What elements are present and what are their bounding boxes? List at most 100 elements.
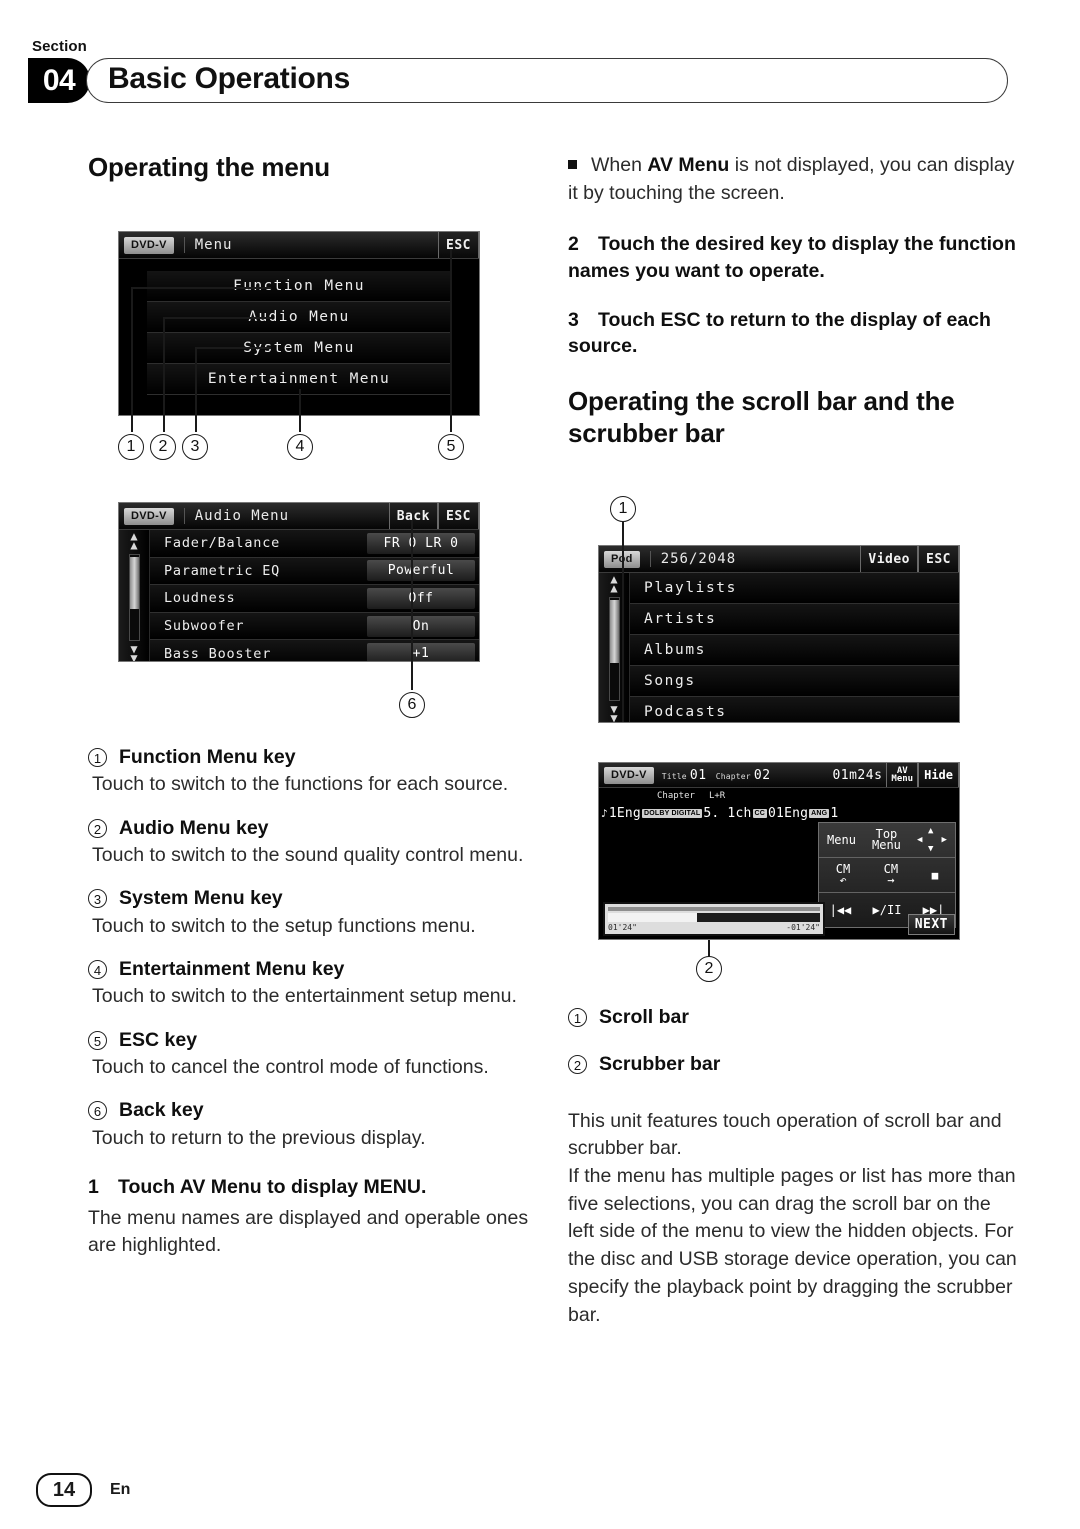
row-value[interactable]: On bbox=[367, 615, 475, 637]
circled-number-1: 1 bbox=[568, 1008, 587, 1027]
chevron-down-icon-2[interactable]: ▼ bbox=[130, 652, 137, 661]
row-value[interactable]: FR 0 LR 0 bbox=[367, 532, 475, 554]
chapter-mode-label: Chapter bbox=[657, 790, 695, 801]
bullet-square-icon bbox=[568, 160, 577, 169]
list-item[interactable]: Playlists bbox=[630, 573, 959, 604]
playback-position: Title 01 Chapter 02 bbox=[662, 768, 771, 783]
row-value[interactable]: Powerful bbox=[367, 560, 475, 582]
bullet-text-bold: AV Menu bbox=[647, 154, 730, 176]
callout-line-1-h bbox=[131, 287, 271, 289]
table-row[interactable]: Loudness Off bbox=[150, 585, 479, 613]
scroll-track[interactable] bbox=[128, 554, 140, 641]
note-bullet: When AV Menu is not displayed, you can d… bbox=[568, 152, 1016, 207]
table-row[interactable]: Fader/Balance FR 0 LR 0 bbox=[150, 530, 479, 558]
previous-track-icon[interactable]: |◀◀ bbox=[830, 904, 852, 916]
key-description: Touch to cancel the control mode of func… bbox=[92, 1055, 489, 1078]
next-key[interactable]: NEXT bbox=[907, 914, 955, 935]
channel-mode-label: L+R bbox=[708, 790, 726, 801]
list-item[interactable]: Artists bbox=[630, 604, 959, 635]
scroll-bar[interactable]: ▲ ▲ ▼ ▼ bbox=[119, 530, 150, 661]
audio-menu-body: ▲ ▲ ▼ ▼ Fader/Balance FR 0 LR 0 Parametr… bbox=[119, 530, 479, 662]
circled-number-4: 4 bbox=[88, 959, 107, 979]
callout-number-3: 3 bbox=[182, 434, 208, 460]
row-value[interactable]: +1 bbox=[367, 643, 475, 661]
menu-item-system[interactable]: System Menu bbox=[147, 333, 451, 364]
lcd-title-bar-ipod: Pod 256/2048 Video ESC bbox=[599, 546, 959, 573]
cm-back-key[interactable]: CM ↶ bbox=[836, 863, 850, 886]
playback-subbar: Chapter L+R bbox=[599, 788, 959, 803]
scroll-track[interactable] bbox=[608, 597, 620, 701]
source-tab-dvdv[interactable]: DVD-V bbox=[124, 236, 174, 254]
callout-number-6: 6 bbox=[399, 692, 425, 718]
source-tab-dvdv[interactable]: DVD-V bbox=[124, 507, 174, 525]
hide-key[interactable]: Hide bbox=[918, 763, 959, 787]
callout-number-scroll: 1 bbox=[610, 496, 636, 522]
table-row[interactable]: Parametric EQ Powerful bbox=[150, 557, 479, 586]
circled-number-2: 2 bbox=[568, 1055, 587, 1075]
paragraph-scroll-detail: If the menu has multiple pages or list h… bbox=[568, 1165, 1017, 1326]
dpad-left-icon[interactable]: ◀ bbox=[917, 835, 922, 845]
esc-key[interactable]: ESC bbox=[918, 546, 959, 572]
scrubber-track[interactable] bbox=[608, 913, 820, 922]
top-menu-line2: Menu bbox=[872, 838, 901, 852]
menu-list: Function Menu Audio Menu System Menu Ent… bbox=[119, 259, 479, 395]
top-menu-key[interactable]: Top Menu bbox=[872, 828, 901, 852]
menu-key[interactable]: Menu bbox=[827, 834, 856, 846]
scroll-thumb[interactable] bbox=[129, 556, 139, 610]
esc-key[interactable]: ESC bbox=[438, 232, 479, 258]
circled-number-3: 3 bbox=[88, 889, 107, 909]
table-row[interactable]: Subwoofer On bbox=[150, 612, 479, 641]
callout-number-4: 4 bbox=[287, 434, 313, 460]
dpad-right-icon[interactable]: ▶ bbox=[942, 835, 947, 845]
scroll-thumb[interactable] bbox=[609, 600, 619, 664]
scroll-bar[interactable]: ▲ ▲ ▼ ▼ bbox=[599, 573, 630, 722]
figure-ipod-list-screen: Pod 256/2048 Video ESC ▲ ▲ ▼ ▼ Playlists… bbox=[598, 545, 960, 723]
stop-icon[interactable]: ■ bbox=[932, 870, 939, 881]
esc-key[interactable]: ESC bbox=[438, 503, 479, 529]
paragraph-scroll-intro: This unit features touch operation of sc… bbox=[568, 1109, 1002, 1160]
row-value[interactable]: Off bbox=[367, 587, 475, 609]
step-2-number: 2 bbox=[568, 233, 579, 256]
list-item[interactable]: Podcasts bbox=[630, 697, 959, 722]
list-item[interactable]: Albums bbox=[630, 635, 959, 666]
key-description: Touch to switch to the entertainment set… bbox=[92, 985, 517, 1008]
table-row[interactable]: Bass Booster +1 bbox=[150, 640, 479, 662]
dolby-digital-icon: DOLBY DIGITAL bbox=[641, 808, 703, 818]
dpad-down-icon[interactable]: ▼ bbox=[928, 844, 933, 854]
callout-number-2: 2 bbox=[150, 434, 176, 460]
chapter-label: Chapter bbox=[715, 771, 751, 781]
section-number-badge: 04 bbox=[28, 58, 90, 103]
key-title: Audio Menu key bbox=[119, 816, 269, 839]
scrubber-bar[interactable]: 01'24" -01'24" bbox=[603, 902, 825, 936]
video-key[interactable]: Video bbox=[860, 546, 919, 572]
chevron-down-icon-2[interactable]: ▼ bbox=[610, 712, 617, 722]
row-label: Bass Booster bbox=[164, 645, 272, 662]
list-item-label: Albums bbox=[644, 642, 706, 658]
title-bar-keys: ESC bbox=[438, 232, 479, 258]
step-3: 3 Touch ESC to return to the display of e… bbox=[568, 307, 1016, 360]
section-heading-operating-menu: Operating the menu bbox=[88, 152, 330, 182]
play-pause-icon[interactable]: ▶/II bbox=[873, 904, 902, 916]
screen-title: Audio Menu bbox=[183, 508, 289, 524]
callout-line-6-v bbox=[411, 520, 413, 690]
step-1: 1 Touch AV Menu to display MENU. bbox=[88, 1174, 530, 1201]
av-menu-key[interactable]: AV Menu bbox=[886, 763, 919, 787]
right-column: When AV Menu is not displayed, you can d… bbox=[568, 152, 1016, 472]
left-key-list: 1 Function Menu key Touch to switch to th… bbox=[88, 745, 530, 1270]
step-1-number: 1 bbox=[88, 1175, 99, 1198]
ipod-list-body: ▲ ▲ ▼ ▼ Playlists Artists Albums Songs P… bbox=[599, 573, 959, 722]
key-description: Touch to switch to the functions for eac… bbox=[92, 773, 509, 796]
key-title: Scrubber bar bbox=[599, 1053, 721, 1076]
chevron-up-icon-2[interactable]: ▲ bbox=[610, 582, 617, 594]
dpad-icon[interactable]: ▲ ▼ ◀ ▶ bbox=[917, 826, 947, 854]
key-description: Touch to switch to the sound quality con… bbox=[92, 843, 524, 866]
back-key[interactable]: Back bbox=[388, 503, 439, 529]
key-title: Entertainment Menu key bbox=[119, 957, 345, 980]
chevron-up-icon-2[interactable]: ▲ bbox=[130, 539, 137, 551]
cm-forward-key[interactable]: CM → bbox=[884, 863, 898, 886]
dpad-up-icon[interactable]: ▲ bbox=[928, 826, 933, 836]
source-tab-dvdv[interactable]: DVD-V bbox=[604, 766, 654, 784]
scrubber-remaining: -01'24" bbox=[786, 923, 820, 932]
list-item[interactable]: Songs bbox=[630, 666, 959, 697]
angle-number: 1 bbox=[830, 805, 839, 821]
